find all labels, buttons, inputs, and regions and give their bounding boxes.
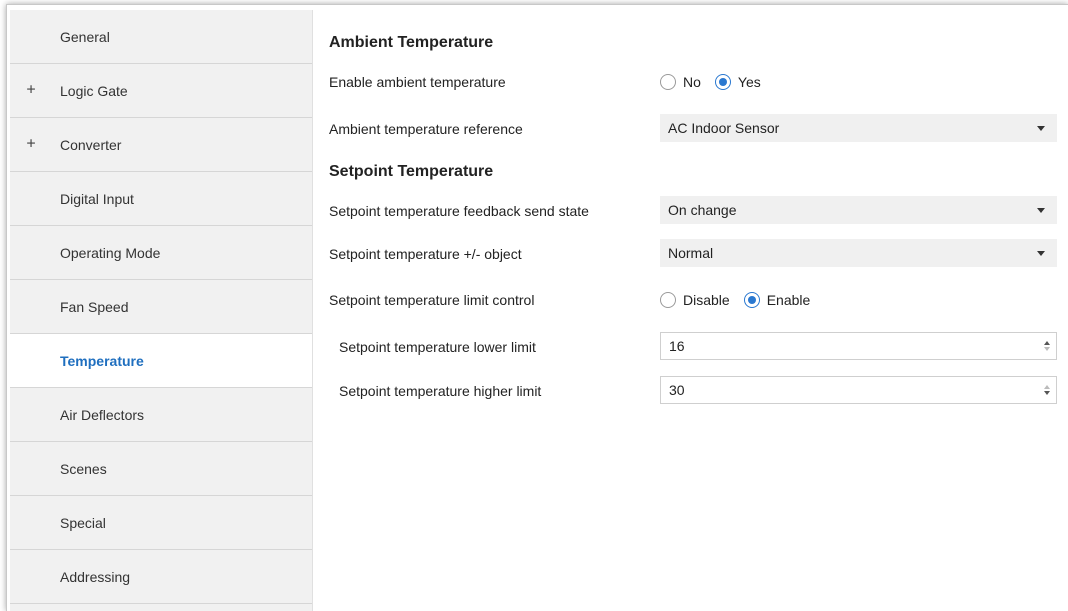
- setpoint-limit-enable-radio[interactable]: Enable: [743, 292, 811, 308]
- section-heading-setpoint: Setpoint Temperature: [329, 163, 494, 180]
- stepper-value: 16: [669, 338, 685, 354]
- radio-label: No: [683, 74, 701, 90]
- sidebar-item-special[interactable]: Special: [10, 496, 312, 550]
- chevron-down-icon: [1037, 125, 1045, 131]
- stepper-value: 30: [669, 382, 685, 398]
- sidebar-item-scenes[interactable]: Scenes: [10, 442, 312, 496]
- setpoint-limit-radio-group: Disable Enable: [660, 286, 1057, 314]
- app-window: General + Logic Gate + Converter Digital…: [0, 0, 1068, 611]
- sidebar-item-label: Digital Input: [60, 190, 134, 207]
- arrow-down-icon[interactable]: [1044, 347, 1050, 351]
- enable-ambient-no-radio[interactable]: No: [660, 74, 701, 90]
- radio-label: Enable: [766, 292, 811, 308]
- sidebar-item-label: Addressing: [60, 568, 131, 585]
- sidebar-item-general[interactable]: General: [10, 10, 312, 64]
- sidebar-item-air-deflectors[interactable]: Air Deflectors: [10, 388, 312, 442]
- radio-label: Disable: [683, 292, 730, 308]
- sidebar-item-label: Fan Speed: [60, 298, 129, 315]
- setpoint-object-select[interactable]: Normal: [660, 239, 1057, 267]
- sidebar-item-addressing[interactable]: Addressing: [10, 550, 312, 604]
- ambient-reference-dropdown[interactable]: AC Indoor Sensor: [660, 114, 1057, 142]
- radio-circle-icon: [660, 292, 676, 308]
- arrow-down-icon[interactable]: [1044, 391, 1050, 395]
- arrow-up-icon[interactable]: [1044, 385, 1050, 389]
- settings-panel: Ambient Temperature Enable ambient tempe…: [313, 10, 1068, 611]
- sidebar-item-label: Logic Gate: [60, 82, 128, 99]
- radio-label: Yes: [737, 74, 761, 90]
- sidebar-item-operating-mode[interactable]: Operating Mode: [10, 226, 312, 280]
- radio-circle-icon: [714, 74, 731, 90]
- sidebar-item-label: Operating Mode: [60, 244, 161, 261]
- setpoint-lower-limit-stepper[interactable]: 16: [660, 332, 1057, 360]
- enable-ambient-label: Enable ambient temperature: [329, 74, 506, 90]
- sidebar-item-digital-input[interactable]: Digital Input: [10, 172, 312, 226]
- stepper-arrows: [1044, 385, 1050, 395]
- sidebar-item-label: Scenes: [60, 460, 107, 477]
- setpoint-limit-control-label: Setpoint temperature limit control: [329, 292, 535, 308]
- setpoint-feedback-label: Setpoint temperature feedback send state: [329, 203, 589, 219]
- sidebar: General + Logic Gate + Converter Digital…: [10, 10, 313, 611]
- enable-ambient-yes-radio[interactable]: Yes: [714, 74, 761, 90]
- sidebar-item-label: General: [60, 28, 110, 45]
- setpoint-feedback-select[interactable]: On change: [660, 196, 1057, 224]
- arrow-up-icon[interactable]: [1044, 341, 1050, 345]
- sidebar-item-temperature[interactable]: Temperature: [10, 334, 312, 388]
- chevron-down-icon: [1037, 250, 1045, 256]
- sidebar-item-fan-speed[interactable]: Fan Speed: [10, 280, 312, 334]
- setpoint-higher-limit-label: Setpoint temperature higher limit: [339, 383, 542, 399]
- setpoint-feedback-dropdown[interactable]: On change: [660, 196, 1057, 224]
- select-value: AC Indoor Sensor: [668, 120, 780, 136]
- chevron-down-icon: [1037, 207, 1045, 213]
- setpoint-higher-limit-input[interactable]: 30: [660, 376, 1057, 404]
- setpoint-object-dropdown[interactable]: Normal: [660, 239, 1057, 267]
- section-heading-ambient: Ambient Temperature: [329, 34, 494, 51]
- ambient-reference-select[interactable]: AC Indoor Sensor: [660, 114, 1057, 142]
- sidebar-item-label: Converter: [60, 136, 122, 153]
- plus-icon[interactable]: +: [25, 81, 37, 99]
- select-value: Normal: [668, 245, 714, 261]
- stepper-arrows: [1044, 341, 1050, 351]
- sidebar-item-logic-gate[interactable]: + Logic Gate: [10, 64, 312, 118]
- plus-icon[interactable]: +: [25, 135, 37, 153]
- enable-ambient-radio-group: No Yes: [660, 68, 1057, 96]
- setpoint-lower-limit-label: Setpoint temperature lower limit: [339, 339, 536, 355]
- select-value: On change: [668, 202, 737, 218]
- sidebar-item-label: Temperature: [60, 352, 144, 369]
- ambient-reference-label: Ambient temperature reference: [329, 121, 523, 137]
- setpoint-higher-limit-stepper[interactable]: 30: [660, 376, 1057, 404]
- sidebar-item-label: Special: [60, 514, 106, 531]
- setpoint-object-label: Setpoint temperature +/- object: [329, 246, 522, 262]
- sidebar-item-converter[interactable]: + Converter: [10, 118, 312, 172]
- radio-circle-icon: [660, 74, 676, 90]
- setpoint-lower-limit-input[interactable]: 16: [660, 332, 1057, 360]
- radio-circle-icon: [743, 292, 760, 308]
- sidebar-item-label: Air Deflectors: [60, 406, 145, 423]
- setpoint-limit-disable-radio[interactable]: Disable: [660, 292, 730, 308]
